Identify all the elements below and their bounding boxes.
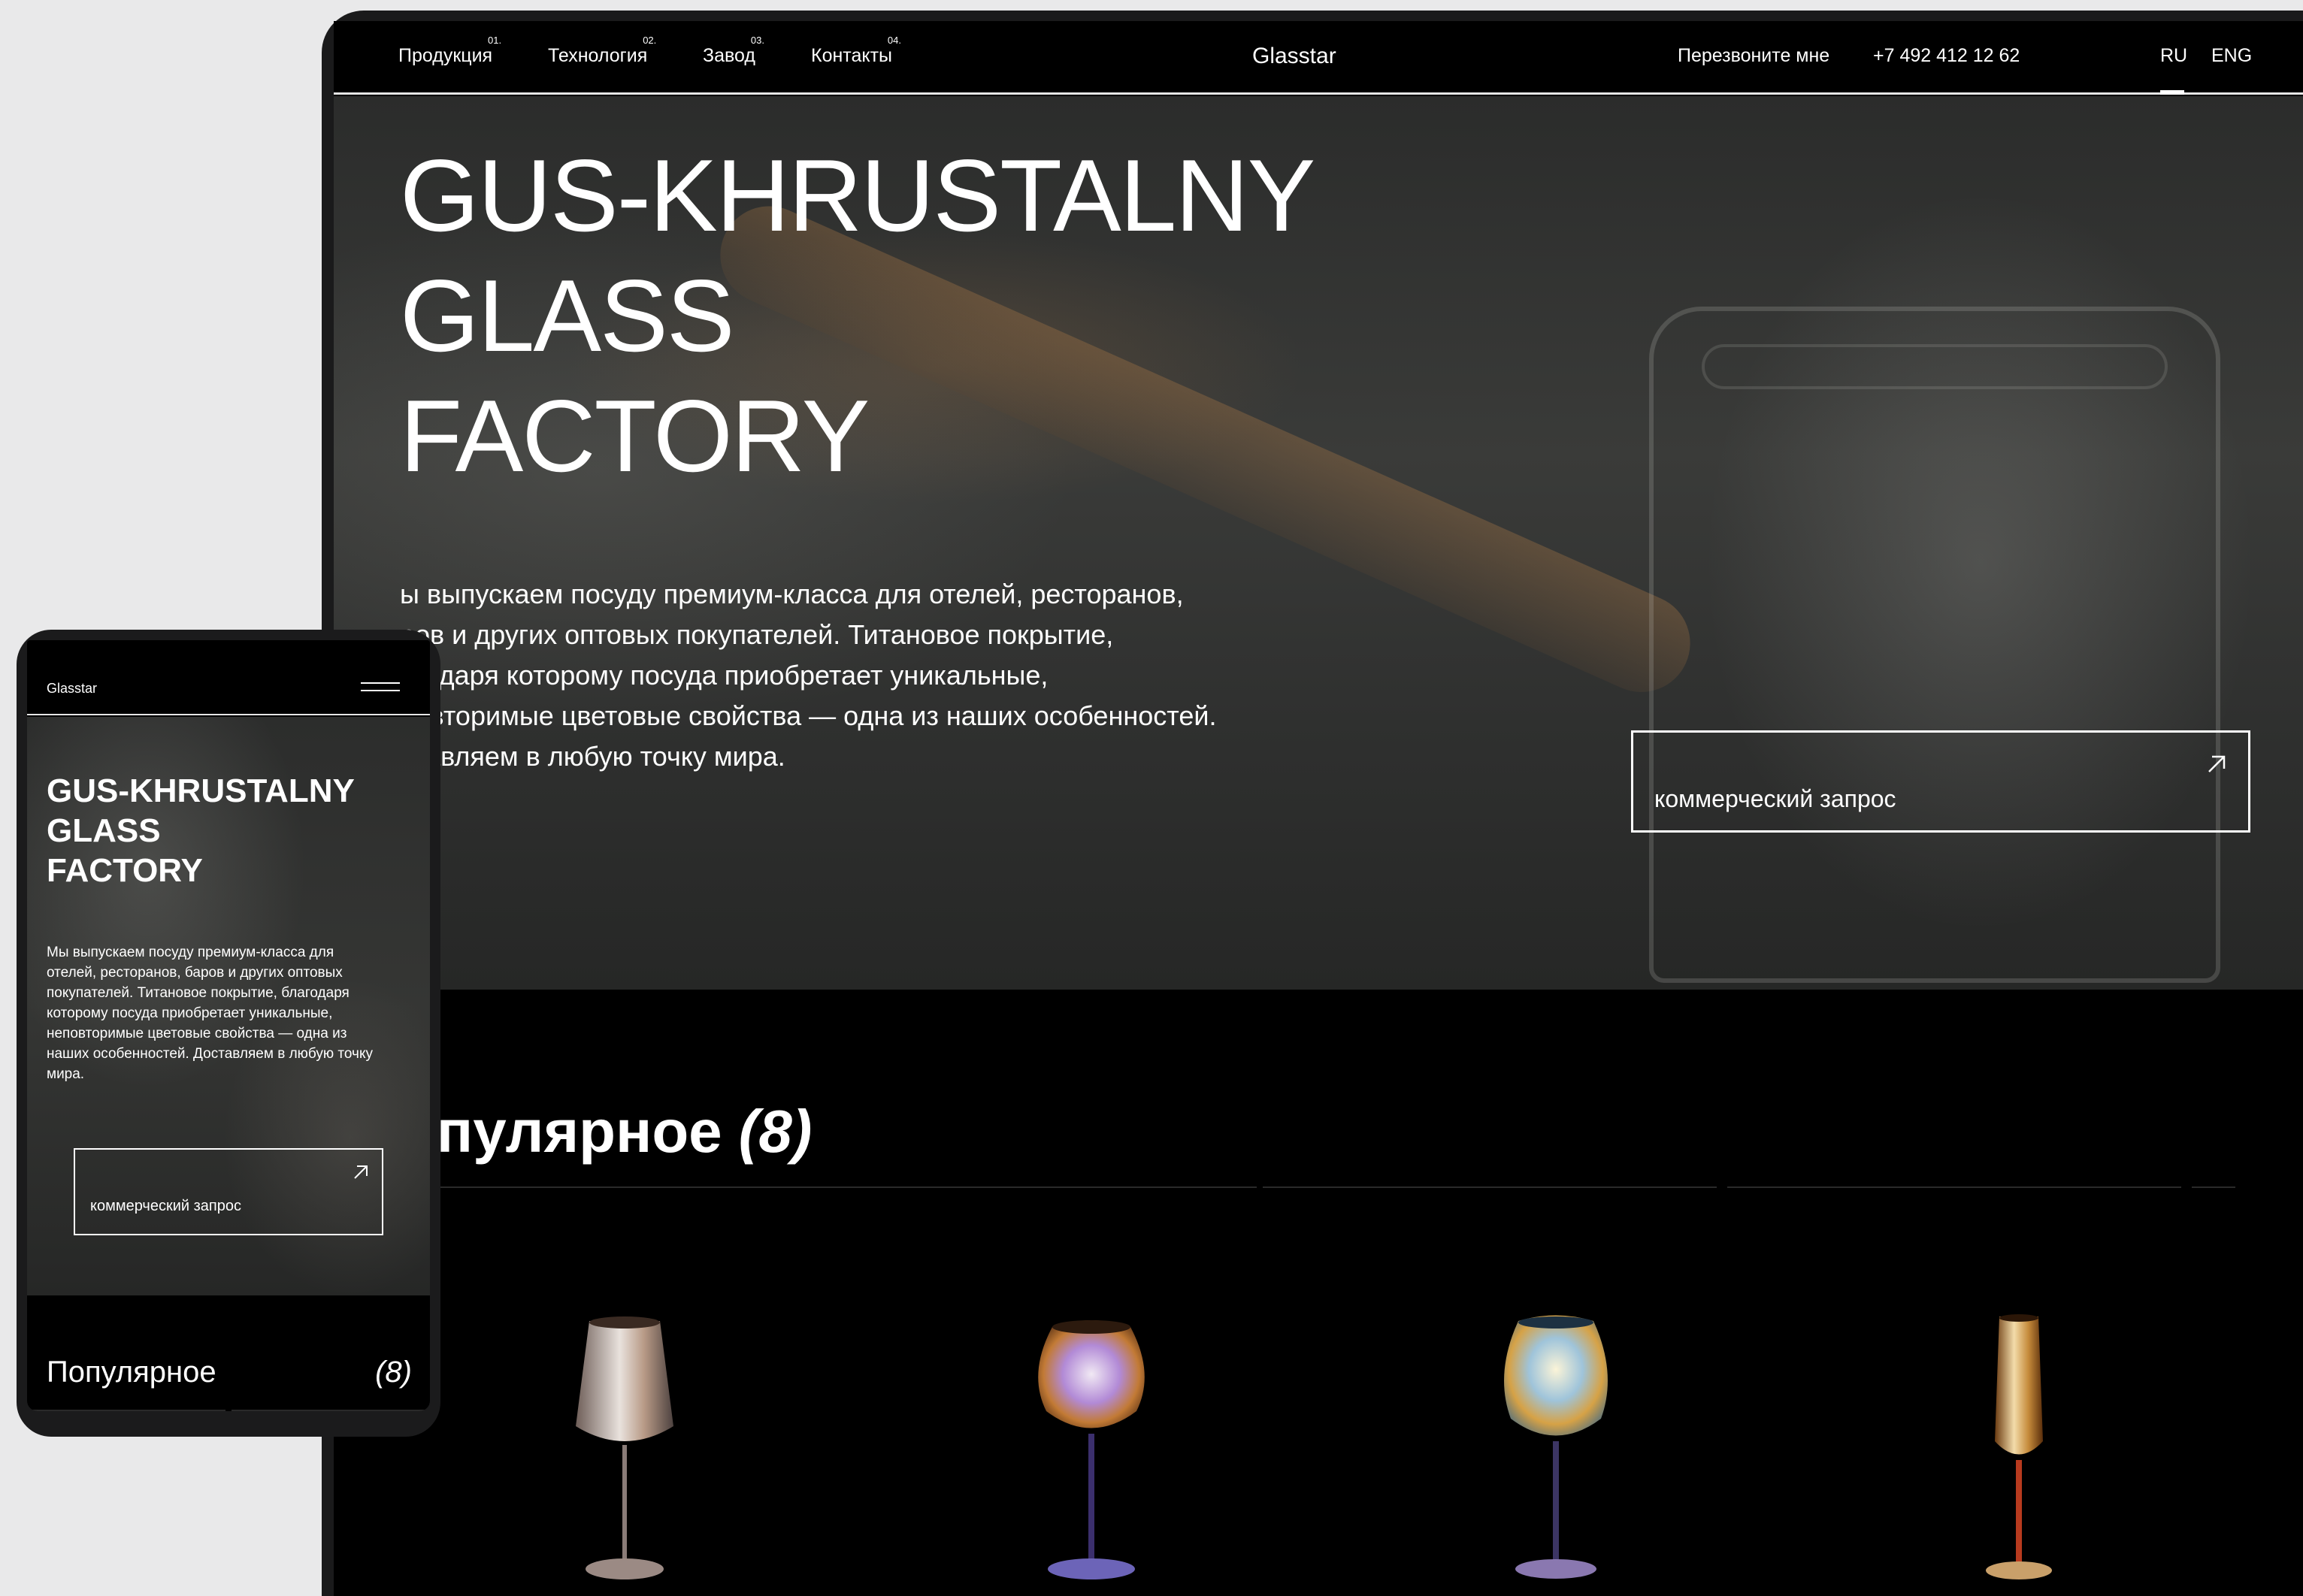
mobile-description-line: отелей, ресторанов, баров и других оптов… — [47, 965, 343, 981]
nav-item-number: 02. — [643, 35, 657, 46]
hero-description-line: повторимые цветовые свойства — одна из н… — [400, 700, 1217, 731]
mobile-popular-count: (8) — [375, 1356, 412, 1389]
nav-item-label: Контакты — [811, 45, 892, 66]
desktop-screen: Продукция 01. Технология 02. Завод 03. К… — [334, 21, 2303, 1596]
showcase-stage: Продукция 01. Технология 02. Завод 03. К… — [0, 0, 2303, 1596]
product-snifter-glass[interactable] — [1024, 1313, 1159, 1596]
site-logo[interactable]: Glasstar — [1252, 44, 1336, 69]
arrow-up-right-icon — [2208, 755, 2226, 772]
product-champagne-flute[interactable] — [1974, 1313, 2064, 1596]
mobile-commercial-request-label: коммерческий запрос — [90, 1198, 241, 1214]
mobile-hero-title: GUS-KHRUSTALNY GLASS FACTORY — [47, 771, 355, 890]
hero-background-glass — [1649, 307, 2220, 983]
hero-title-line: GUS-KHRUSTALNY — [400, 138, 1315, 252]
nav-item-contacts[interactable]: Контакты 04. — [811, 35, 901, 67]
mobile-hero-description: Мы выпускаем посуду премиум-класса для о… — [47, 942, 415, 1084]
mobile-description-line: неповторимые цветовые свойства — одна из — [47, 1026, 347, 1041]
product-wine-glass-1[interactable] — [561, 1313, 688, 1596]
arrow-up-right-icon — [354, 1165, 368, 1179]
product-divider — [400, 1186, 1257, 1188]
mobile-hero-section: GUS-KHRUSTALNY GLASS FACTORY Мы выпускае… — [27, 717, 430, 1295]
product-divider — [2192, 1186, 2235, 1188]
hero-title-line: GLASS — [400, 258, 735, 373]
nav-item-label: Продукция — [398, 45, 493, 66]
mobile-description-line: которому посуда приобретает уникальные, — [47, 1005, 333, 1021]
hero-description-line: ров и других оптовых покупателей. Титано… — [400, 619, 1114, 650]
hero-title: GUS-KHRUSTALNY GLASS FACTORY — [400, 135, 1315, 496]
mobile-description-line: наших особенностей. Доставляем в любую т… — [47, 1046, 373, 1062]
mobile-hero-title-line: FACTORY — [47, 852, 203, 889]
mobile-commercial-request-button[interactable]: коммерческий запрос — [74, 1148, 383, 1235]
language-eng[interactable]: ENG — [2211, 45, 2252, 67]
commercial-request-button[interactable]: коммерческий запрос — [1631, 730, 2250, 833]
mobile-product-divider — [27, 1410, 225, 1411]
nav-item-label: Технология — [548, 45, 648, 66]
mobile-description-line: Мы выпускаем посуду премиум-класса для — [47, 945, 334, 960]
nav-item-label: Завод — [703, 45, 755, 66]
callback-link[interactable]: Перезвоните мне — [1678, 45, 1829, 67]
hamburger-menu-icon[interactable] — [361, 682, 400, 693]
nav-item-products[interactable]: Продукция 01. — [398, 35, 501, 67]
mobile-logo[interactable]: Glasstar — [47, 681, 97, 697]
mobile-screen: Glasstar GUS-KHRUSTALNY GLASS FACTORY Мы… — [27, 640, 430, 1411]
nav-item-factory[interactable]: Завод 03. — [703, 35, 764, 67]
popular-count: (8) — [738, 1098, 813, 1165]
hero-description-line: ставляем в любую точку мира. — [400, 741, 785, 772]
mobile-hero-title-line: GUS-KHRUSTALNY — [47, 772, 355, 809]
hero-description-line: агодаря которому посуда приобретает уник… — [400, 660, 1049, 691]
nav-item-number: 01. — [488, 35, 502, 46]
mobile-popular-title: Популярное — [47, 1356, 216, 1389]
desktop-nav-bar: Продукция 01. Технология 02. Завод 03. К… — [334, 21, 2303, 95]
mobile-product-divider — [232, 1410, 430, 1411]
hero-background-glass-rim — [1702, 344, 2168, 389]
popular-title: опулярное — [400, 1098, 722, 1165]
mobile-nav-bar: Glasstar — [27, 640, 430, 715]
nav-item-technology[interactable]: Технология 02. — [548, 35, 656, 67]
product-divider — [1263, 1186, 1717, 1188]
product-wine-glass-2[interactable] — [1488, 1313, 1624, 1596]
mobile-description-line: покупателей. Титановое покрытие, благода… — [47, 985, 350, 1001]
mobile-description-line: мира. — [47, 1066, 85, 1082]
popular-heading: опулярное (8) — [400, 1097, 812, 1166]
product-divider — [1727, 1186, 2181, 1188]
hero-description: ы выпускаем посуду премиум-класса для от… — [400, 574, 1339, 777]
nav-item-number: 04. — [887, 35, 901, 46]
active-language-indicator — [2160, 90, 2184, 95]
hero-title-line: FACTORY — [400, 379, 870, 493]
mobile-hero-title-line: GLASS — [47, 812, 161, 849]
commercial-request-label: коммерческий запрос — [1654, 785, 1896, 812]
nav-item-number: 03. — [750, 35, 764, 46]
hero-description-line: ы выпускаем посуду премиум-класса для от… — [400, 579, 1184, 609]
phone-link[interactable]: +7 492 412 12 62 — [1873, 45, 2020, 67]
language-ru[interactable]: RU — [2160, 45, 2187, 67]
